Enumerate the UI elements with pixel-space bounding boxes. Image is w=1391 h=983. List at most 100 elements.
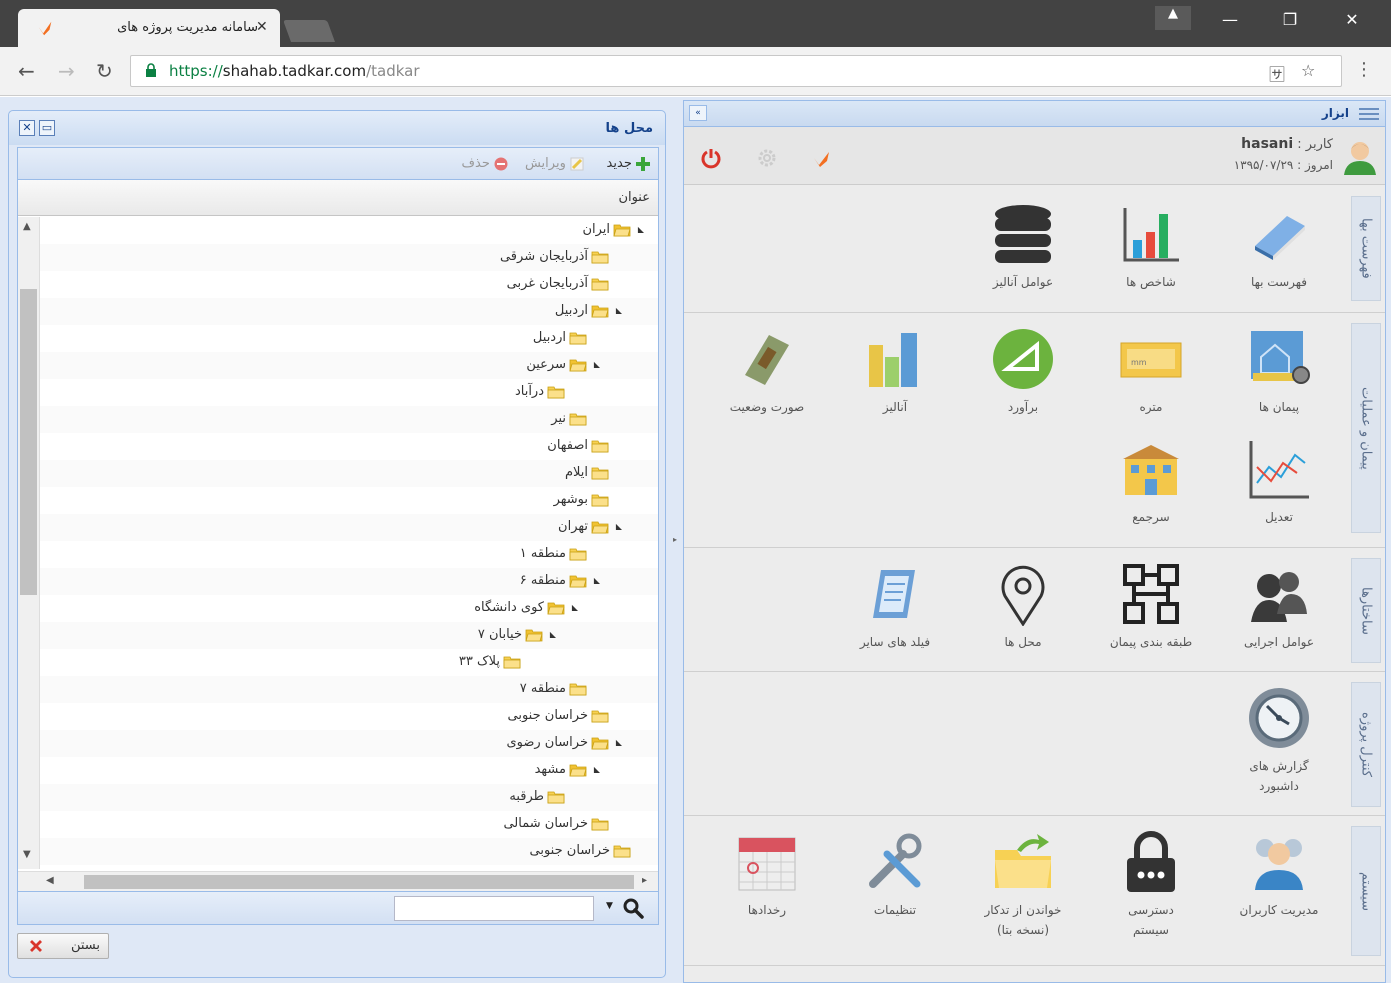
- tool-executive-agents[interactable]: عوامل اجرایی: [1216, 562, 1342, 652]
- tree-node[interactable]: ◣ کوی دانشگاه: [474, 600, 578, 615]
- gear-icon[interactable]: [756, 147, 778, 169]
- collapse-panel-button[interactable]: »: [689, 105, 707, 121]
- scroll-left-icon[interactable]: ◀: [46, 875, 54, 886]
- tool-locations[interactable]: محل ها: [960, 562, 1086, 652]
- browser-tab[interactable]: سامانه مدیریت پروژه های ✕: [18, 9, 280, 47]
- tree-node[interactable]: آذربایجان غربی: [507, 276, 622, 291]
- tool-indices[interactable]: شاخص ها: [1088, 202, 1214, 292]
- expander-icon[interactable]: ◣: [612, 738, 622, 747]
- bookmark-star-icon[interactable]: ☆: [1301, 61, 1315, 80]
- tree-row[interactable]: آذربایجان غربی: [40, 271, 658, 298]
- tree-row[interactable]: خراسان جنوبی: [40, 838, 658, 865]
- tree-row[interactable]: ◣ اردبیل: [40, 298, 658, 325]
- tool-analysis-factors[interactable]: عوامل آنالیز: [960, 202, 1086, 292]
- tree-row[interactable]: ایلام: [40, 460, 658, 487]
- tree-row[interactable]: طرقبه: [40, 784, 658, 811]
- tree-node[interactable]: پلاک ۳۳: [459, 654, 534, 669]
- tree-row[interactable]: ◣ خیابان ۷: [40, 622, 658, 649]
- tree-node[interactable]: درآباد: [515, 384, 578, 399]
- tree-row[interactable]: ◣ خراسان رضوی: [40, 730, 658, 757]
- new-button[interactable]: جدید: [607, 156, 650, 171]
- window-close-icon[interactable]: ✕: [1330, 10, 1374, 29]
- reload-icon[interactable]: ↻: [96, 59, 113, 83]
- hscroll-thumb[interactable]: [84, 875, 634, 889]
- scroll-right-icon[interactable]: ▸: [642, 875, 647, 886]
- tree-row[interactable]: ◣ ایران: [40, 217, 658, 244]
- panel-splitter[interactable]: ▸: [669, 97, 681, 983]
- tree-row[interactable]: ◣ تهران: [40, 514, 658, 541]
- tool-import-tadkar[interactable]: خواندن از تدکار (نسخه بتا): [960, 830, 1086, 940]
- tree-row[interactable]: ◣ کوی دانشگاه: [40, 595, 658, 622]
- tab-contracts[interactable]: پیمان و عملیات: [1351, 323, 1381, 533]
- tree-row[interactable]: ◣ منطقه ۶: [40, 568, 658, 595]
- vertical-scrollbar[interactable]: ▲ ▼: [18, 217, 40, 869]
- tree-node[interactable]: ◣ تهران: [558, 519, 622, 534]
- close-button[interactable]: بستن: [17, 933, 109, 959]
- tree-row[interactable]: اردبیل: [40, 325, 658, 352]
- hamburger-icon[interactable]: [1359, 105, 1379, 121]
- tree-row[interactable]: بوشهر: [40, 487, 658, 514]
- search-input[interactable]: [394, 896, 594, 921]
- expander-icon[interactable]: ◣: [590, 576, 600, 585]
- tool-system-access[interactable]: دسترسی سیستم: [1088, 830, 1214, 940]
- scroll-up-icon[interactable]: ▲: [23, 221, 31, 232]
- tree-node[interactable]: نیر: [551, 411, 600, 426]
- tree-node[interactable]: بوشهر: [554, 492, 622, 507]
- tree-node[interactable]: منطقه ۱: [520, 546, 600, 561]
- tab-system[interactable]: سیستم: [1351, 826, 1381, 956]
- tree-row[interactable]: خراسان شمالی: [40, 811, 658, 838]
- tree-row[interactable]: پلاک ۳۳: [40, 649, 658, 676]
- tree-row[interactable]: ◣ مشهد: [40, 757, 658, 784]
- tool-metre[interactable]: mm متره: [1088, 327, 1214, 417]
- delete-button[interactable]: حذف: [462, 156, 508, 171]
- tool-lump-sum[interactable]: سرجمع: [1088, 437, 1214, 527]
- expander-icon[interactable]: ◣: [612, 306, 622, 315]
- tree-row[interactable]: منطقه ۷: [40, 676, 658, 703]
- tool-dashboard-reports[interactable]: گزارش های داشبورد: [1216, 686, 1342, 796]
- tree-node[interactable]: خراسان جنوبی: [508, 708, 622, 723]
- horizontal-scrollbar[interactable]: ◀ ▸: [18, 871, 658, 891]
- tool-contract-classification[interactable]: طبقه بندی پیمان: [1088, 562, 1214, 652]
- expander-icon[interactable]: ◣: [612, 522, 622, 531]
- new-tab-button[interactable]: [282, 20, 336, 42]
- tree-node[interactable]: منطقه ۷: [520, 681, 600, 696]
- tree-row[interactable]: ◣ سرعین: [40, 352, 658, 379]
- expander-icon[interactable]: ◣: [546, 630, 556, 639]
- tree-row[interactable]: اصفهان: [40, 433, 658, 460]
- app-logo-icon[interactable]: [812, 149, 832, 169]
- tree-node[interactable]: ◣ خراسان رضوی: [506, 735, 622, 750]
- edit-button[interactable]: ویرایش: [525, 156, 584, 171]
- column-header-title[interactable]: عنوان: [18, 180, 658, 216]
- tree-node[interactable]: ◣ منطقه ۶: [520, 573, 600, 588]
- tree-node[interactable]: ◣ اردبیل: [555, 303, 622, 318]
- tool-adjustment[interactable]: تعدیل: [1216, 437, 1342, 527]
- tree-node[interactable]: طرقبه: [509, 789, 578, 804]
- tool-price-list[interactable]: فهرست بها: [1216, 202, 1342, 292]
- tree-row[interactable]: درآباد: [40, 379, 658, 406]
- tool-other-fields[interactable]: فیلد های سایر: [832, 562, 958, 652]
- tool-statement[interactable]: صورت وضعیت: [704, 327, 830, 417]
- tab-price-list[interactable]: فهرست بها: [1351, 196, 1381, 301]
- tree-row[interactable]: منطقه ۱: [40, 541, 658, 568]
- power-icon[interactable]: [700, 147, 722, 169]
- tool-contracts[interactable]: پیمان ها: [1216, 327, 1342, 417]
- tree-node[interactable]: اردبیل: [533, 330, 600, 345]
- expander-icon[interactable]: ◣: [568, 603, 578, 612]
- tree-row[interactable]: آذربایجان شرقی: [40, 244, 658, 271]
- expander-icon[interactable]: ◣: [590, 765, 600, 774]
- tool-estimate[interactable]: برآورد: [960, 327, 1086, 417]
- address-bar[interactable]: https://shahab.tadkar.com/tadkar 🈂 ☆: [130, 55, 1342, 87]
- menu-icon[interactable]: ⋮: [1355, 59, 1373, 80]
- tool-analysis[interactable]: آنالیز: [832, 327, 958, 417]
- tree-node[interactable]: ایلام: [565, 465, 622, 480]
- tool-user-management[interactable]: مدیریت کاربران: [1216, 830, 1342, 920]
- tree-row[interactable]: نیر: [40, 406, 658, 433]
- forward-icon[interactable]: →: [58, 59, 75, 83]
- tab-close-icon[interactable]: ✕: [256, 19, 268, 35]
- dialog-maximize-icon[interactable]: ▭: [39, 120, 55, 136]
- expander-icon[interactable]: ◣: [634, 225, 644, 234]
- restore-icon[interactable]: ❐: [1268, 10, 1312, 29]
- tab-structures[interactable]: ساختارها: [1351, 558, 1381, 663]
- translate-icon[interactable]: 🈂: [1269, 61, 1285, 85]
- back-icon[interactable]: ←: [18, 59, 35, 83]
